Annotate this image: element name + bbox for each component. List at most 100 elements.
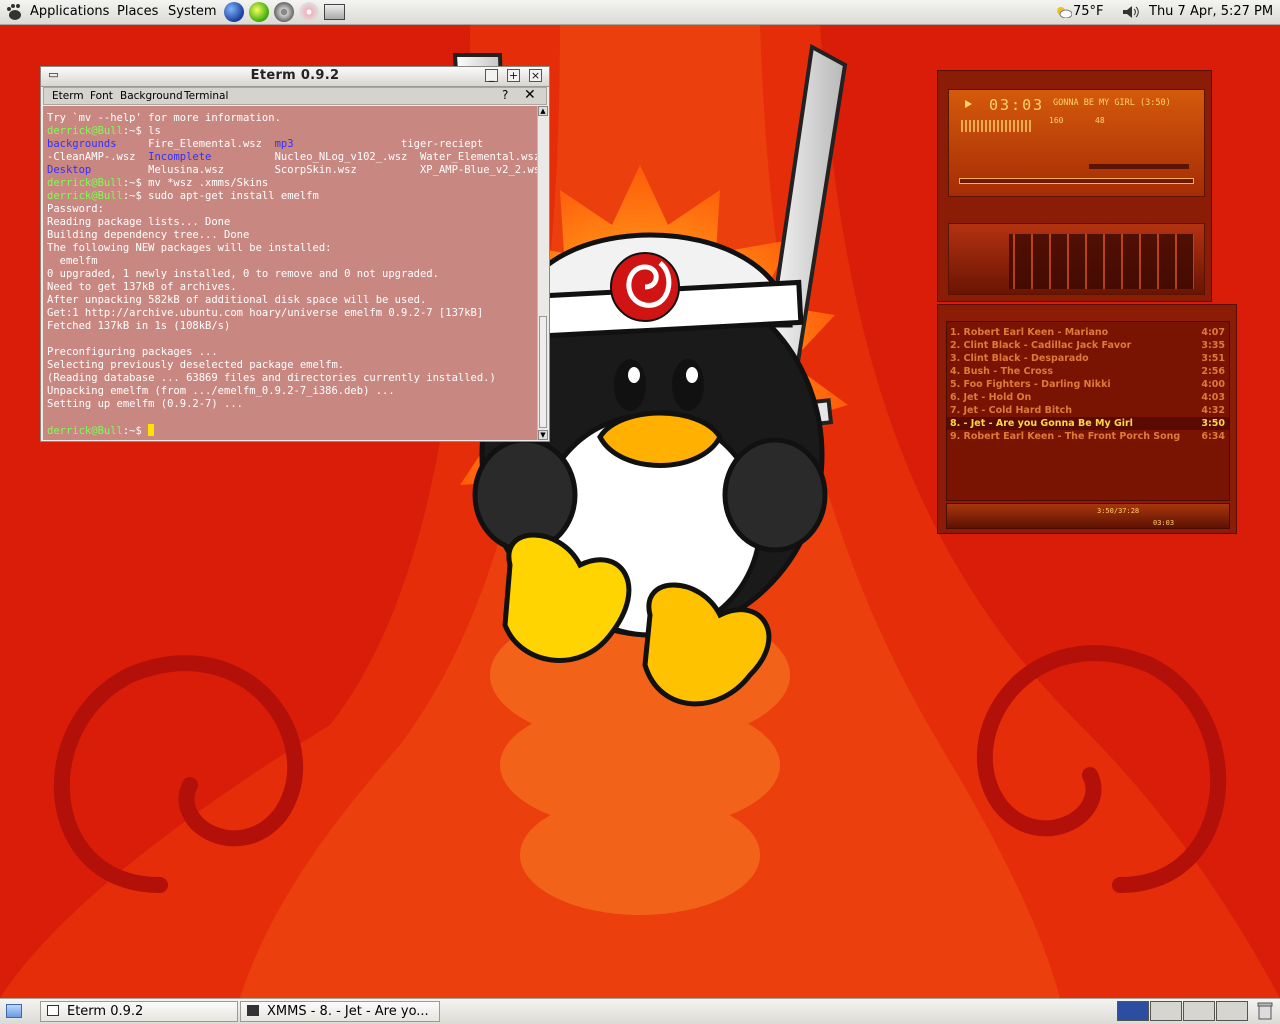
terminal-text: Setting up emelfm (0.9.2-7) ...: [47, 398, 243, 410]
workspace-switcher[interactable]: [1117, 1001, 1249, 1021]
app-launcher-icon[interactable]: [249, 2, 269, 22]
places-menu[interactable]: Places: [117, 4, 158, 19]
eterm-titlebar[interactable]: ▭ Eterm 0.9.2 _ + ×: [41, 67, 549, 87]
workspace-3[interactable]: [1183, 1001, 1215, 1021]
playlist-item-title: 3. Clint Black - Desparado: [950, 353, 1089, 364]
terminal-text: The following NEW packages will be insta…: [47, 242, 332, 254]
show-desktop-icon[interactable]: [6, 1004, 22, 1018]
terminal-text: mp3: [274, 138, 294, 150]
top-panel: Applications Places System 75°F Thu 7 Ap…: [0, 0, 1280, 25]
playlist-item-title: 6. Jet - Hold On: [950, 392, 1032, 403]
terminal-text: Fetched 137kB in 1s (108kB/s): [47, 320, 231, 332]
playlist-item[interactable]: 6. Jet - Hold On 4:03: [947, 391, 1229, 404]
terminal-launcher-icon[interactable]: [324, 4, 345, 20]
terminal-text: :~$ sudo apt-get install emelfm: [122, 190, 319, 202]
minimize-icon[interactable]: _: [485, 69, 498, 82]
xmms-seek-bar[interactable]: [959, 178, 1194, 184]
terminal-line: Reading package lists... Done: [47, 216, 537, 229]
equalizer-sliders[interactable]: [1009, 234, 1194, 289]
terminal-scrollbar[interactable]: ▲ ▼: [537, 106, 548, 440]
eterm-menu-font[interactable]: Font: [90, 90, 113, 102]
maximize-icon[interactable]: +: [507, 69, 520, 82]
terminal-text: Melusina.wsz ScorpSkin.wsz XP_AMP-Blue_v…: [91, 164, 537, 176]
terminal-cursor: [148, 424, 155, 436]
weather-temperature[interactable]: 75°F: [1073, 4, 1104, 19]
playlist-item-duration: 4:32: [1201, 405, 1225, 416]
terminal-text: Password:: [47, 203, 104, 215]
terminal-text: 0 upgraded, 1 newly installed, 0 to remo…: [47, 268, 439, 280]
terminal-text: tiger-reciept: [293, 138, 484, 150]
workspace-2[interactable]: [1150, 1001, 1182, 1021]
terminal-line: After unpacking 582kB of additional disk…: [47, 294, 537, 307]
terminal-prompt: derrick@Bull: [47, 425, 123, 437]
clock[interactable]: Thu 7 Apr, 5:27 PM: [1149, 4, 1273, 19]
xmms-playlist-window[interactable]: 1. Robert Earl Keen - Mariano 4:07 2. Clin…: [937, 304, 1237, 534]
terminal-line: backgrounds Fire_Elemental.wsz mp3 tiger…: [47, 138, 537, 151]
terminal-text: Selecting previously deselected package …: [47, 359, 345, 371]
playlist-item[interactable]: 1. Robert Earl Keen - Mariano 4:07: [947, 326, 1229, 339]
playlist-item-title: 5. Foo Fighters - Darling Nikki: [950, 379, 1111, 390]
playlist-item-duration: 3:35: [1201, 340, 1225, 351]
terminal-text: (Reading database ... 63869 files and di…: [47, 372, 496, 384]
xmms-samplerate: 48: [1095, 116, 1105, 125]
xmms-bitrate: 160: [1049, 116, 1064, 125]
terminal-line: Unpacking emelfm (from .../emelfm_0.9.2-…: [47, 385, 537, 398]
terminal-line: Need to get 137kB of archives.: [47, 281, 537, 294]
terminal-text: emelfm: [47, 255, 98, 267]
playlist-item[interactable]: 8. - Jet - Are you Gonna Be My Girl 3:50: [947, 417, 1229, 430]
playlist-item[interactable]: 7. Jet - Cold Hard Bitch 4:32: [947, 404, 1229, 417]
scrollbar-thumb[interactable]: [539, 316, 547, 428]
task-eterm[interactable]: Eterm 0.9.2: [40, 1001, 238, 1022]
playlist-item-title: 1. Robert Earl Keen - Mariano: [950, 327, 1109, 338]
eterm-menu-terminal[interactable]: Terminal: [184, 90, 228, 102]
terminal-line: derrick@Bull:~$: [47, 424, 537, 437]
terminal-text: Desktop: [47, 164, 92, 176]
eterm-window[interactable]: ▭ Eterm 0.9.2 _ + × Eterm Font Backgroun…: [40, 66, 550, 442]
terminal-line: Setting up emelfm (0.9.2-7) ...: [47, 398, 537, 411]
eterm-menubar: Eterm Font Background Terminal ? ✕: [43, 87, 547, 105]
playlist-item-title: 2. Clint Black - Cadillac Jack Favor: [950, 340, 1132, 351]
xmms-display: 03:03 GONNA BE MY GIRL (3:50) 160 48: [948, 89, 1205, 197]
eterm-menu-eterm[interactable]: Eterm: [52, 90, 84, 102]
cd-icon[interactable]: [299, 2, 319, 22]
eterm-menu-background[interactable]: Background: [120, 90, 183, 102]
terminal-line: Try `mv --help' for more information.: [47, 112, 537, 125]
terminal-text: Try `mv --help' for more information.: [47, 112, 281, 124]
xmms-time[interactable]: 03:03: [989, 96, 1044, 114]
close-icon[interactable]: ×: [529, 69, 542, 82]
volume-icon[interactable]: [1122, 5, 1140, 19]
workspace-4[interactable]: [1216, 1001, 1248, 1021]
task-xmms[interactable]: XMMS - 8. - Jet - Are yo...: [240, 1001, 440, 1022]
close-menu-icon[interactable]: ✕: [524, 87, 536, 103]
terminal-text: Nucleo_NLog_v102_.wsz Water_Elemental.ws…: [211, 151, 537, 163]
playlist-item-title: 9. Robert Earl Keen - The Front Porch So…: [950, 431, 1181, 442]
playlist-item[interactable]: 9. Robert Earl Keen - The Front Porch So…: [947, 430, 1229, 443]
terminal-output[interactable]: Try `mv --help' for more information. der…: [43, 106, 537, 440]
terminal-line: Get:1 http://archive.ubuntu.com hoary/un…: [47, 307, 537, 320]
scroll-down-arrow-icon[interactable]: ▼: [538, 430, 548, 440]
playlist-total-time: 3:50/37:28: [1097, 507, 1140, 515]
terminal-line: Building dependency tree... Done: [47, 229, 537, 242]
xmms-volume-slider[interactable]: [1089, 164, 1189, 169]
playlist-item[interactable]: 3. Clint Black - Desparado 3:51: [947, 352, 1229, 365]
xmms-equalizer: [948, 223, 1205, 295]
terminal-line: 0 upgraded, 1 newly installed, 0 to remo…: [47, 268, 537, 281]
help-icon[interactable]: ?: [502, 88, 508, 102]
playlist-item[interactable]: 2. Clint Black - Cadillac Jack Favor 3:35: [947, 339, 1229, 352]
trash-icon[interactable]: [1257, 1002, 1273, 1020]
task-xmms-label: XMMS - 8. - Jet - Are yo...: [267, 1004, 429, 1019]
playlist-item[interactable]: 4. Bush - The Cross 2:56: [947, 365, 1229, 378]
disc-icon[interactable]: [274, 2, 294, 22]
xmms-song-title[interactable]: GONNA BE MY GIRL (3:50): [1053, 98, 1171, 108]
web-browser-icon[interactable]: [224, 2, 244, 22]
terminal-line: Preconfiguring packages ...: [47, 346, 537, 359]
scroll-up-arrow-icon[interactable]: ▲: [538, 106, 548, 116]
applications-menu[interactable]: Applications: [30, 4, 109, 19]
system-menu[interactable]: System: [168, 4, 216, 19]
playlist-item-duration: 3:51: [1201, 353, 1225, 364]
gnome-foot-icon[interactable]: [6, 3, 22, 21]
playlist[interactable]: 1. Robert Earl Keen - Mariano 4:07 2. Clin…: [946, 321, 1230, 501]
workspace-1[interactable]: [1117, 1001, 1149, 1021]
playlist-item[interactable]: 5. Foo Fighters - Darling Nikki 4:00: [947, 378, 1229, 391]
xmms-main-window[interactable]: 03:03 GONNA BE MY GIRL (3:50) 160 48: [937, 70, 1212, 302]
